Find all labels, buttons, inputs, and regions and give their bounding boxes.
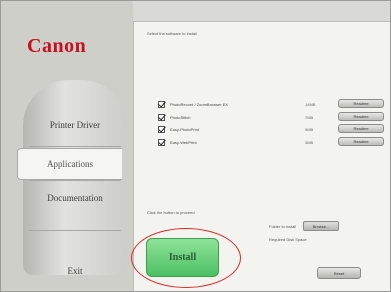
instruction-text: Select the software to install [147, 31, 197, 36]
nav-divider [29, 230, 121, 231]
sidebar: Canon Printer Driver Applications Docume… [1, 1, 133, 291]
nav-item-printer-driver[interactable]: Printer Driver [23, 110, 127, 140]
software-size: 14MB [305, 101, 316, 107]
checkbox[interactable] [158, 138, 165, 146]
software-label: PhotoRecord / ZoomBrowser EX [170, 101, 229, 107]
nav-item-documentation[interactable]: Documentation [23, 183, 127, 213]
readme-button[interactable]: Readme [338, 124, 384, 133]
checkbox[interactable] [158, 125, 165, 133]
software-label: PhotoStitch [170, 114, 191, 120]
software-label: Easy-WebPrint [170, 139, 197, 145]
software-size: 3MB [305, 139, 314, 145]
nav-divider [29, 146, 121, 147]
software-row: Easy-WebPrint 3MB Readme [158, 137, 390, 147]
software-row: Easy-PhotoPrint 9MB Readme [158, 124, 390, 134]
readme-button[interactable]: Readme [338, 99, 384, 108]
disk-space-label: Required Disk Space [269, 237, 307, 242]
nav-divider [29, 180, 121, 181]
software-size: 9MB [305, 126, 314, 132]
software-row: PhotoStitch 7MB Readme [158, 112, 390, 122]
checkbox[interactable] [158, 113, 165, 121]
proceed-text: Click the button to proceed [147, 210, 195, 215]
readme-button[interactable]: Readme [338, 137, 384, 146]
readme-button[interactable]: Readme [338, 112, 384, 121]
browse-button[interactable]: Browse... [303, 221, 339, 231]
checkbox[interactable] [158, 100, 165, 108]
software-row: PhotoRecord / ZoomBrowser EX 14MB Readme [158, 99, 390, 109]
nav-item-applications[interactable]: Applications [17, 148, 122, 180]
software-size: 7MB [305, 114, 314, 120]
highlight-circle [131, 228, 241, 288]
main-panel: Select the software to install PhotoReco… [131, 21, 390, 291]
software-label: Easy-PhotoPrint [170, 126, 199, 132]
installer-window: Canon Printer Driver Applications Docume… [0, 0, 391, 292]
canon-logo: Canon [27, 35, 87, 57]
nav-item-exit[interactable]: Exit [23, 256, 127, 286]
reset-button[interactable]: Reset [317, 267, 361, 279]
folder-label: Folder to install [269, 224, 297, 229]
nav-panel: Printer Driver Applications Documentatio… [17, 80, 127, 276]
